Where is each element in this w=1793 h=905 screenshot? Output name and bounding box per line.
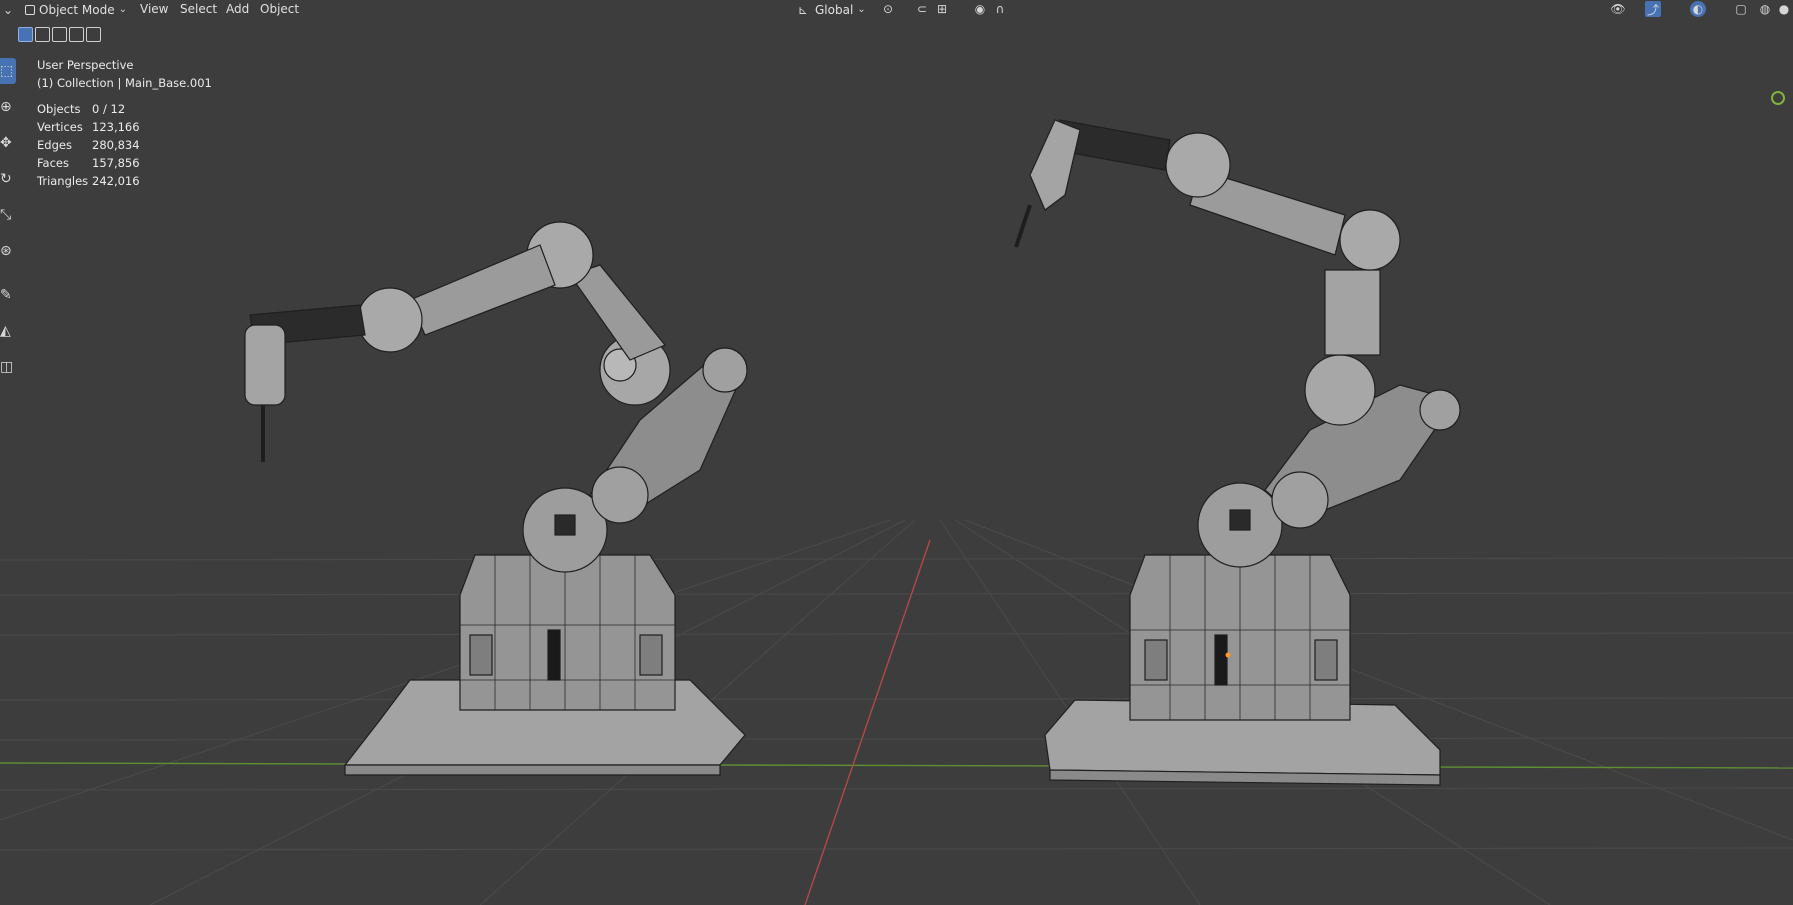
select-extend-icon[interactable]: [35, 27, 50, 42]
stat-label: Objects: [37, 102, 81, 116]
x-axis-line: [804, 539, 931, 905]
transform-orientation-label: Global: [815, 2, 854, 17]
falloff-icon[interactable]: ∩: [992, 1, 1008, 17]
select-box-icon[interactable]: ⬚: [0, 58, 16, 84]
stats-row: Objects 0 / 12: [37, 102, 140, 120]
3d-viewport[interactable]: [0, 0, 1793, 905]
stat-label: Edges: [37, 138, 72, 152]
transform-orientation-dropdown[interactable]: ⊾ Global ⌄: [795, 0, 866, 19]
snap-increment-icon[interactable]: ⊞: [934, 1, 950, 17]
stat-value: 280,834: [92, 138, 140, 152]
selection-mode-buttons: [18, 27, 101, 42]
snap-icon[interactable]: ⊂: [914, 1, 930, 17]
wireframe-shading-icon[interactable]: ◍: [1757, 1, 1773, 17]
select-invert-icon[interactable]: [69, 27, 84, 42]
stat-label: Faces: [37, 156, 69, 170]
select-new-icon[interactable]: [18, 27, 33, 42]
robot-arm-left: [244, 221, 748, 776]
stats-row: Faces 157,856: [37, 156, 140, 174]
object-mode-dropdown[interactable]: Object Mode ⌄: [21, 0, 131, 19]
stat-value: 157,856: [92, 156, 140, 170]
visibility-eye-icon[interactable]: 👁: [1610, 1, 1626, 17]
proportional-editing-icon[interactable]: ◉: [972, 1, 988, 17]
orientation-icon: ⊾: [797, 2, 809, 17]
viewport-info-overlay: User Perspective (1) Collection | Main_B…: [37, 56, 212, 92]
viewport-canvas[interactable]: [0, 0, 1793, 905]
view-name: User Perspective: [37, 58, 134, 72]
stat-value: 242,016: [92, 174, 140, 188]
solid-shading-icon[interactable]: ●: [1776, 1, 1792, 17]
measure-icon[interactable]: ◭: [0, 318, 16, 344]
stats-row: Triangles 242,016: [37, 174, 140, 192]
transform-icon[interactable]: ⊛: [0, 238, 16, 264]
floor-grid: [0, 519, 1793, 905]
rotate-icon[interactable]: ↻: [0, 166, 16, 192]
y-axis-line: [0, 762, 1793, 769]
move-icon[interactable]: ✥: [0, 130, 16, 156]
stats-row: Edges 280,834: [37, 138, 140, 156]
overlays-icon[interactable]: ◐: [1690, 1, 1706, 17]
menu-select[interactable]: Select: [180, 2, 217, 16]
xray-icon[interactable]: ▢: [1733, 1, 1749, 17]
stat-value: 0 / 12: [92, 102, 126, 116]
object-mode-icon: [25, 4, 35, 15]
viewport-header: ⌄ Object Mode ⌄ View Select Add Object ⊾…: [0, 0, 1793, 19]
object-mode-label: Object Mode: [39, 2, 115, 17]
annotate-icon[interactable]: ✎: [0, 282, 16, 308]
scene-statistics: Objects 0 / 12 Vertices 123,166 Edges 280,8…: [37, 102, 140, 192]
chevron-down-icon: ⌄: [857, 4, 866, 15]
gizmo-toggle-icon[interactable]: ⤴: [1645, 1, 1661, 17]
stats-row: Vertices 123,166: [37, 120, 140, 138]
menu-view[interactable]: View: [140, 2, 168, 16]
collection-label: (1) Collection | Main_Base.001: [37, 76, 212, 90]
origin-point: [1225, 652, 1231, 658]
chevron-down-icon: ⌄: [118, 4, 127, 15]
navigation-gizmo-icon[interactable]: [1771, 91, 1785, 105]
editor-type-chevron-icon[interactable]: ⌄: [0, 2, 16, 18]
scale-icon[interactable]: ⤡: [0, 202, 16, 228]
stat-label: Vertices: [37, 120, 83, 134]
select-intersect-icon[interactable]: [86, 27, 101, 42]
pivot-point-icon[interactable]: ⊙: [880, 1, 896, 17]
select-subtract-icon[interactable]: [52, 27, 67, 42]
menu-object[interactable]: Object: [260, 2, 299, 16]
stat-value: 123,166: [92, 120, 140, 134]
add-cube-icon[interactable]: ◫: [0, 354, 16, 380]
stat-label: Triangles: [37, 174, 89, 188]
menu-add[interactable]: Add: [226, 2, 249, 16]
cursor-icon[interactable]: ⊕: [0, 94, 16, 120]
